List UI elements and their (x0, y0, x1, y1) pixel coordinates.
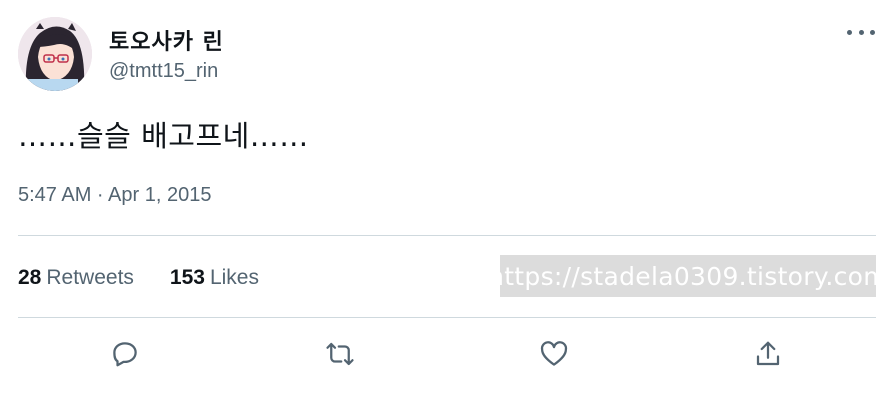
author-handle[interactable]: @tmtt15_rin (109, 60, 218, 83)
likes-stat[interactable]: 153 Likes (170, 266, 259, 290)
author-name[interactable]: 토오사카 린 (109, 24, 224, 56)
retweets-label: Retweets (46, 266, 134, 289)
share-icon[interactable] (748, 334, 788, 374)
tweet-text: ……슬슬 배고프네…… (18, 119, 309, 153)
reply-icon[interactable] (105, 334, 145, 374)
more-dot (847, 29, 852, 35)
retweets-stat[interactable]: 28 Retweets (18, 266, 134, 290)
retweets-count: 28 (18, 266, 42, 289)
avatar[interactable] (18, 17, 92, 91)
more-dot (870, 29, 875, 35)
likes-label: Likes (209, 266, 259, 289)
heart-icon[interactable] (534, 334, 574, 374)
tweet-stats: 28 Retweets 153 Likes (18, 266, 259, 290)
more-dot (858, 29, 864, 35)
more-icon[interactable] (847, 22, 875, 42)
tweet-timestamp[interactable]: 5:47 AM · Apr 1, 2015 (18, 184, 211, 207)
watermark: https://stadela0309.tistory.com (500, 255, 876, 297)
divider (18, 317, 876, 318)
divider (18, 235, 876, 236)
retweet-icon[interactable] (320, 334, 360, 374)
tweet-actions (0, 334, 894, 378)
avatar-image (18, 17, 92, 91)
likes-count: 153 (169, 266, 205, 289)
